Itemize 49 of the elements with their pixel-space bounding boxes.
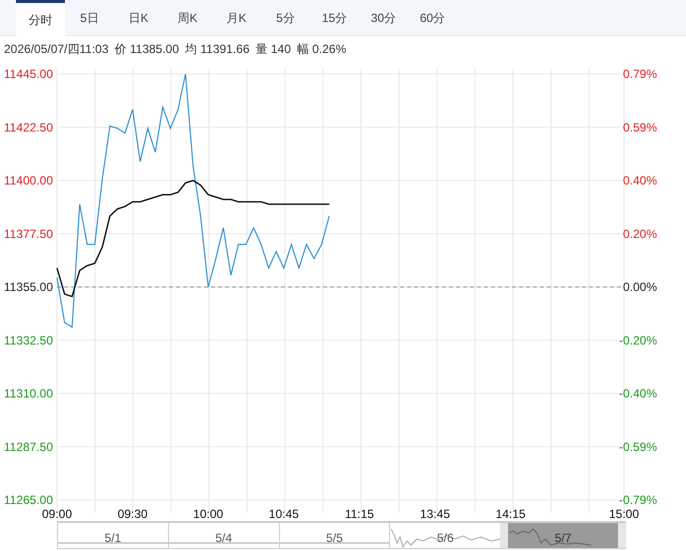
percent-axis-label: -0.59% <box>618 440 657 454</box>
time-axis-label: 14:15 <box>496 507 526 521</box>
price-axis-label: 11332.50 <box>4 333 53 348</box>
chart-tab[interactable]: 60分 <box>408 0 457 36</box>
day-label: 5/4 <box>215 530 232 546</box>
price-axis-label: 11377.50 <box>4 226 53 241</box>
day-range-segment[interactable]: 5/7 <box>500 523 626 548</box>
price-axis-label: 11445.00 <box>4 67 53 81</box>
day-range-segment[interactable]: 5/4 <box>168 523 279 548</box>
chart-tab[interactable]: 15分 <box>310 0 359 36</box>
time-axis-label: 10:00 <box>193 507 224 521</box>
chart-tab[interactable]: 5日 <box>65 0 114 36</box>
day-label: 5/6 <box>436 530 454 546</box>
percent-axis-label: 0.59% <box>622 120 657 134</box>
percent-axis-label: -0.40% <box>618 386 657 400</box>
day-label: 5/1 <box>104 530 122 546</box>
chart-tab[interactable]: 周K <box>163 0 212 36</box>
price-axis-label: 11287.50 <box>4 440 53 454</box>
quote-text: 幅 0.26% <box>296 41 346 58</box>
percent-axis-label: 0.00% <box>622 280 657 294</box>
quote-text: 2026/05/07/四11:03 <box>4 41 109 58</box>
percent-axis-label: 0.40% <box>622 174 657 188</box>
time-axis-label: 09:30 <box>118 507 148 521</box>
quote-text: 均 11391.66 <box>185 41 250 58</box>
day-range-segment[interactable]: 5/1 <box>57 523 168 548</box>
chart-tab[interactable]: 月K <box>212 0 261 36</box>
percent-axis-label: -0.20% <box>618 333 657 348</box>
time-axis-label: 11:15 <box>344 507 374 521</box>
percent-axis-label: -0.79% <box>618 493 657 507</box>
chart-tab[interactable]: 5分 <box>261 0 310 36</box>
quote-text: 价 11385.00 <box>114 41 180 58</box>
price-axis-label: 11400.00 <box>4 174 53 188</box>
chart-tab[interactable]: 30分 <box>359 0 408 36</box>
time-axis-label: 15:00 <box>608 507 640 521</box>
time-axis-label: 10:45 <box>268 507 299 521</box>
chart-tab[interactable]: 日K <box>114 0 163 36</box>
day-label: 5/5 <box>326 530 343 546</box>
time-axis-label: 09:00 <box>42 507 72 521</box>
price-axis-label: 11310.00 <box>4 386 53 400</box>
percent-axis-label: 0.79% <box>622 67 657 81</box>
chart-tab[interactable]: 分时 <box>16 0 65 37</box>
quote-text: 量 140 <box>256 41 291 58</box>
price-axis-label: 11265.00 <box>4 493 53 507</box>
day-range-segment[interactable]: 5/5 <box>278 523 390 548</box>
price-axis-label: 11355.00 <box>4 280 53 294</box>
percent-axis-label: 0.20% <box>622 226 657 241</box>
day-label: 5/7 <box>554 530 572 546</box>
time-axis-label: 13:45 <box>420 507 450 521</box>
price-axis-label: 11422.50 <box>4 120 53 134</box>
